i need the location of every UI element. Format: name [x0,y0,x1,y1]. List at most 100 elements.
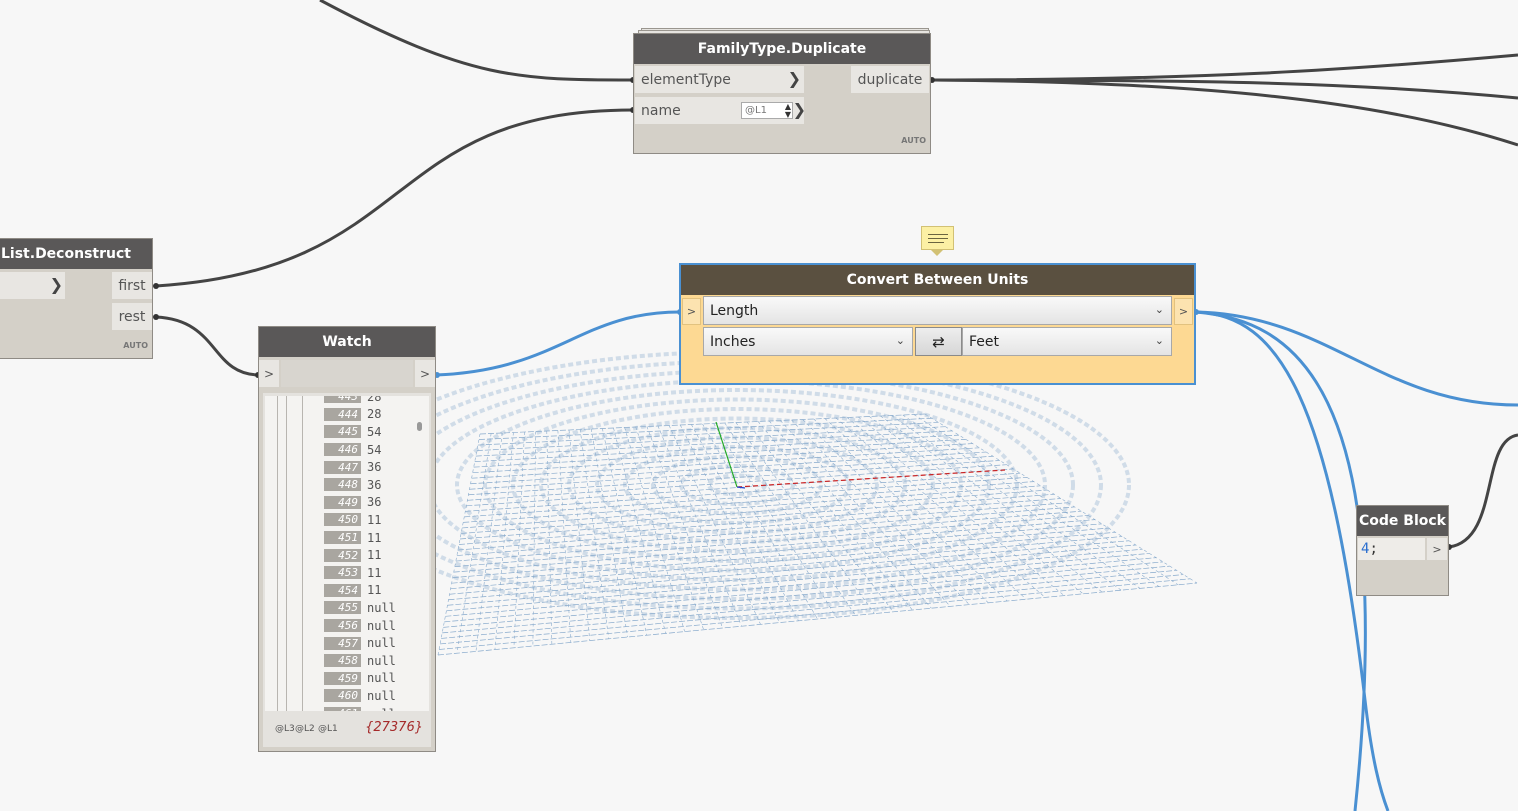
watch-footer: @L3 @L2 @L1 {27376} [265,715,429,743]
watch-row-index: 445 [324,425,361,439]
port-label: name [641,102,681,119]
watch-row-index: 457 [324,636,361,650]
watch-row-value: null [367,653,396,668]
chevron-right-icon: ❯ [49,275,63,294]
from-unit-dropdown[interactable]: Inches ⌄ [703,327,913,356]
chevron-down-icon: ⌄ [895,334,905,347]
convert-between-units-node[interactable]: Convert Between Units > > Length ⌄ Inche… [679,263,1196,385]
watch-row-value: 11 [367,530,382,545]
wire-first-to-name[interactable] [155,108,634,288]
watch-row-value: 28 [367,407,382,422]
watch-row[interactable]: 454 11 [324,582,424,600]
lacing-auto-label: AUTO [123,341,148,350]
output-port-code[interactable]: > [1427,538,1447,560]
watch-row[interactable]: 459 null [324,670,424,688]
lacing-auto-label: AUTO [901,136,926,145]
chevron-down-icon: ⌄ [1154,303,1164,316]
watch-row[interactable]: 449 36 [324,494,424,512]
output-port-first[interactable]: first [112,272,152,299]
watch-row[interactable]: 453 11 [324,564,424,582]
watch-row[interactable]: 448 36 [324,476,424,494]
watch-row[interactable]: 447 36 [324,458,424,476]
output-port-convert[interactable]: > [1174,298,1193,325]
chevron-down-icon: ⌄ [1154,334,1164,347]
watch-row-index: 460 [324,689,361,703]
wire-watch-to-convert[interactable] [435,310,681,377]
output-port-duplicate[interactable]: duplicate [851,66,929,93]
watch-node[interactable]: Watch > > 443 28 444 28 445 54 446 54 447 36 448 36… [258,326,436,752]
watch-port-spacer [281,360,413,387]
watch-row-value: 28 [367,396,382,404]
watch-level-l3[interactable]: @L3 [275,724,295,734]
list-deconstruct-node[interactable]: List.Deconstruct ❯ first rest AUTO [0,238,153,359]
wire-codeblock-out[interactable] [1448,433,1518,549]
swap-units-button[interactable]: ⇄ [915,327,962,356]
measure-type-dropdown[interactable]: Length ⌄ [703,296,1172,325]
watch-row[interactable]: 445 54 [324,423,424,441]
watch-row-value: null [367,688,396,703]
note-line [928,242,944,243]
watch-row[interactable]: 450 11 [324,511,424,529]
watch-row-value: 11 [367,548,382,563]
dropdown-value: Length [710,302,759,319]
node-title[interactable]: List.Deconstruct [0,239,152,269]
watch-row[interactable]: 458 null [324,652,424,670]
tree-guide [302,396,303,711]
watch-row-index: 443 [324,396,361,404]
watch-row-index: 455 [324,601,361,615]
wire-top-left[interactable] [319,0,634,82]
watch-level-l1[interactable]: @L1 [318,724,338,734]
watch-list[interactable]: 443 28 444 28 445 54 446 54 447 36 448 36 449 36 450 11… [265,396,429,711]
watch-row-value: 36 [367,477,382,492]
wire-rest-to-watch[interactable] [155,315,261,377]
watch-row[interactable]: 456 null [324,617,424,635]
watch-rows: 443 28 444 28 445 54 446 54 447 36 448 36 449 36 450 11… [324,396,424,711]
to-unit-dropdown[interactable]: Feet ⌄ [962,327,1172,356]
note-icon[interactable] [921,226,954,250]
port-label: rest [118,308,146,325]
watch-row[interactable]: 443 28 [324,396,424,406]
watch-row[interactable]: 461 null [324,705,424,711]
watch-row[interactable]: 457 null [324,634,424,652]
input-port-name[interactable]: name @L1 ▲ ▼ ❯ [635,97,806,124]
node-title[interactable]: Convert Between Units [681,265,1194,295]
watch-row[interactable]: 455 null [324,599,424,617]
watch-row-index: 452 [324,548,361,562]
output-port-watch[interactable]: > [415,360,435,387]
node-title[interactable]: Code Block [1357,506,1448,536]
watch-row-value: 36 [367,460,382,475]
watch-row-index: 447 [324,460,361,474]
lacing-level-input[interactable]: @L1 ▲ ▼ [741,102,793,119]
watch-row-index: 459 [324,671,361,685]
code-semicolon: ; [1369,541,1378,557]
watch-level-l2[interactable]: @L2 [295,724,315,734]
watch-row[interactable]: 460 null [324,687,424,705]
watch-scrollbar-thumb[interactable] [417,422,422,431]
watch-row-index: 454 [324,583,361,597]
watch-count: {27376} [365,720,423,735]
tree-guide [286,396,287,711]
watch-row[interactable]: 452 11 [324,546,424,564]
node-title[interactable]: Watch [259,327,435,357]
input-port-element-type[interactable]: elementType ❯ [635,66,804,93]
watch-row[interactable]: 444 28 [324,406,424,424]
port-label: first [118,277,146,294]
stepper-icon[interactable]: ▲ ▼ [785,103,791,119]
watch-row-index: 456 [324,619,361,633]
watch-row-value: 54 [367,442,382,457]
family-type-duplicate-node[interactable]: FamilyType.Duplicate elementType ❯ name … [633,33,931,154]
watch-row-value: 11 [367,583,382,598]
input-port-list[interactable]: ❯ [0,272,65,299]
node-title[interactable]: FamilyType.Duplicate [634,34,930,64]
output-port-rest[interactable]: rest [112,303,152,330]
wire-convert-out-2[interactable] [1195,310,1367,811]
chevron-right-icon: ❯ [792,100,806,119]
wire-duplicate-out-1[interactable] [931,53,1518,82]
code-editor[interactable]: 4; [1358,538,1425,560]
input-port-watch[interactable]: > [259,360,279,387]
input-port-convert[interactable]: > [682,298,701,325]
watch-row[interactable]: 451 11 [324,529,424,547]
watch-row[interactable]: 446 54 [324,441,424,459]
watch-row-index: 453 [324,566,361,580]
code-block-node[interactable]: Code Block 4; > [1356,505,1449,596]
